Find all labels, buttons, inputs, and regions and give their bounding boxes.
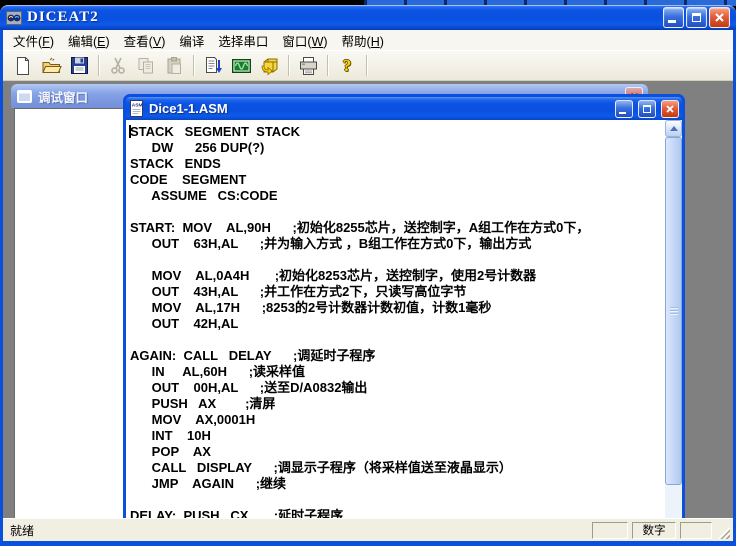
app-icon <box>6 10 22 26</box>
maximize-icon <box>643 105 651 113</box>
mdi-area: 调试窗口 <box>3 81 733 518</box>
new-icon <box>13 56 33 76</box>
paste-icon <box>165 56 184 76</box>
copy-button[interactable] <box>133 54 159 78</box>
editor-window-title: Dice1-1.ASM <box>149 101 610 116</box>
menubar: 文件(F) 编辑(E) 查看(V) 编译 选择串口 窗口(W) 帮助(H) <box>3 30 733 50</box>
menu-item-view[interactable]: 查看(V) <box>117 29 173 52</box>
code-editor[interactable]: STACK SEGMENT STACK DW 256 DUP(?) STACK … <box>126 120 665 518</box>
window-controls <box>663 7 730 28</box>
menu-item-select-serial-port[interactable]: 选择串口 <box>211 29 275 52</box>
copy-icon <box>136 56 156 76</box>
resize-grip[interactable] <box>716 524 730 539</box>
status-ready-text: 就绪 <box>10 522 588 539</box>
minimize-button[interactable] <box>663 7 684 28</box>
wave-icon <box>231 56 252 76</box>
vertical-scrollbar[interactable] <box>665 120 682 518</box>
text-caret <box>129 125 131 138</box>
wave-display-button[interactable] <box>228 54 254 78</box>
editor-client: STACK SEGMENT STACK DW 256 DUP(?) STACK … <box>126 120 682 518</box>
menu-item-edit[interactable]: 编辑(E) <box>61 29 117 52</box>
status-panel-scroll <box>680 522 712 539</box>
download-to-device-button[interactable] <box>256 54 282 78</box>
editor-minimize-button[interactable] <box>615 100 633 118</box>
scrollbar-grip-icon <box>670 307 678 315</box>
toolbar-separator <box>98 55 99 76</box>
minimize-icon <box>619 112 626 114</box>
editor-window: ASM Dice1-1.ASM <box>123 94 685 518</box>
toolbar-separator <box>288 55 289 76</box>
scrollbar-thumb[interactable] <box>665 137 682 485</box>
debug-window-icon <box>17 90 32 103</box>
asm-file-icon: ASM <box>129 100 144 117</box>
assembly-code-text[interactable]: STACK SEGMENT STACK DW 256 DUP(?) STACK … <box>126 120 665 518</box>
toolbar-separator <box>366 55 367 76</box>
compile-icon <box>203 56 223 76</box>
menu-item-file[interactable]: 文件(F) <box>6 29 61 52</box>
statusbar: 就绪 数字 <box>3 518 733 541</box>
close-icon <box>665 104 675 114</box>
new-file-button[interactable] <box>10 54 36 78</box>
open-icon <box>41 56 62 76</box>
compile-button[interactable] <box>200 54 226 78</box>
print-icon <box>298 56 319 76</box>
cut-icon <box>109 56 127 75</box>
editor-maximize-button[interactable] <box>638 100 656 118</box>
chevron-up-icon <box>670 126 678 131</box>
help-icon: ? <box>343 56 352 76</box>
toolbar-separator <box>193 55 194 76</box>
paste-button[interactable] <box>161 54 187 78</box>
scrollbar-up-button[interactable] <box>665 120 682 137</box>
minimize-icon <box>668 20 676 23</box>
editor-close-button[interactable] <box>661 100 679 118</box>
app-title: DICEAT2 <box>27 9 658 26</box>
save-file-button[interactable] <box>66 54 92 78</box>
app-titlebar[interactable]: DICEAT2 <box>0 5 736 30</box>
help-button[interactable]: ? <box>334 54 360 78</box>
menu-item-help[interactable]: 帮助(H) <box>335 29 391 52</box>
status-panel-caps <box>592 522 628 539</box>
close-button[interactable] <box>709 7 730 28</box>
toolbar: ? <box>3 50 733 81</box>
svg-text:ASM: ASM <box>132 102 143 108</box>
download-icon <box>259 56 280 76</box>
toolbar-separator <box>327 55 328 76</box>
app-window: DICEAT2 文件(F) 编辑(E) 查看(V) 编译 选择串口 窗口(W) <box>0 0 736 546</box>
menu-item-window[interactable]: 窗口(W) <box>275 29 334 52</box>
print-button[interactable] <box>295 54 321 78</box>
window-body: 文件(F) 编辑(E) 查看(V) 编译 选择串口 窗口(W) 帮助(H) <box>0 30 736 546</box>
maximize-button[interactable] <box>686 7 707 28</box>
menu-item-compile[interactable]: 编译 <box>172 29 211 52</box>
close-icon <box>714 12 725 23</box>
open-file-button[interactable] <box>38 54 64 78</box>
debug-window-title: 调试窗口 <box>38 87 88 106</box>
save-icon <box>70 56 89 75</box>
editor-window-titlebar[interactable]: ASM Dice1-1.ASM <box>126 97 682 120</box>
cut-button[interactable] <box>105 54 131 78</box>
status-panel-numlock: 数字 <box>632 522 676 539</box>
maximize-icon <box>692 13 701 22</box>
